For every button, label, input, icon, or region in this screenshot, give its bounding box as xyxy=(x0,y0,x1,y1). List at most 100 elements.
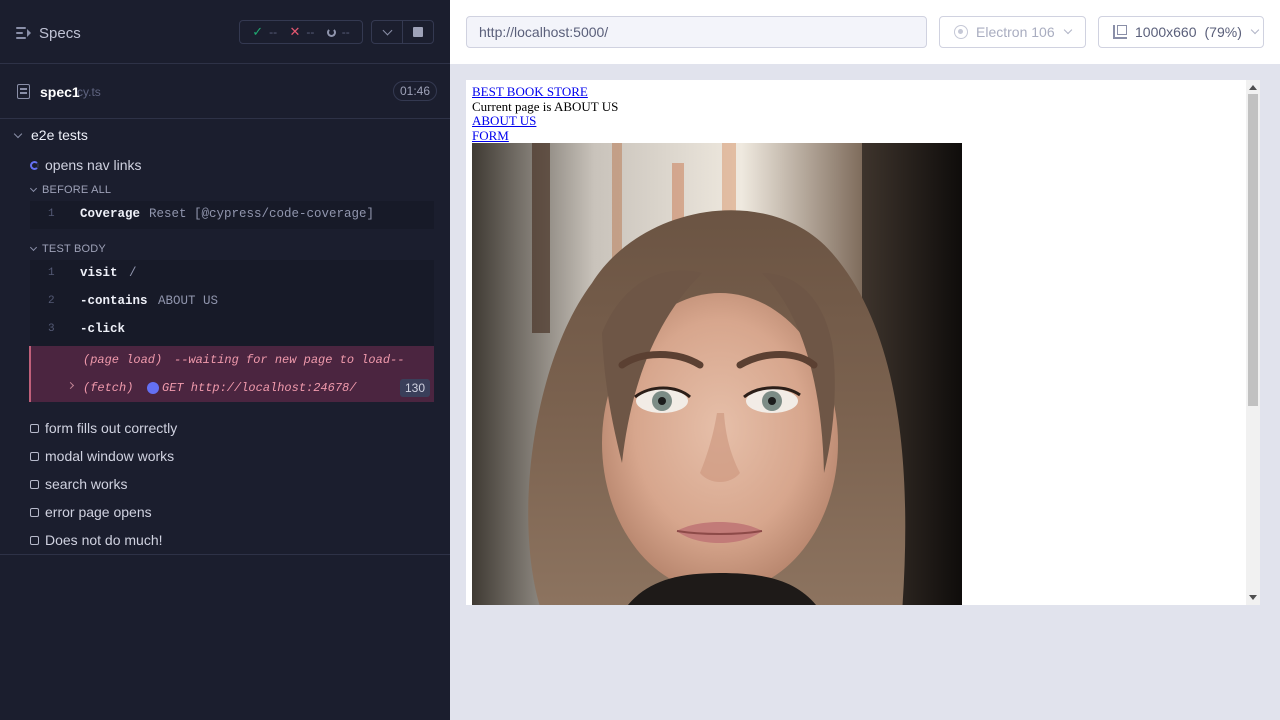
command-number: 1 xyxy=(48,208,55,220)
pending-test-icon xyxy=(30,451,39,461)
command-row[interactable]: 1 visit / xyxy=(30,260,434,288)
reporter-header: Specs ✓ -- ✕ -- -- xyxy=(0,0,450,64)
electron-icon xyxy=(954,25,968,39)
x-icon: ✕ xyxy=(289,24,301,39)
chevron-down-icon xyxy=(29,243,38,252)
command-name: Coverage xyxy=(80,207,141,221)
command-number: 3 xyxy=(48,323,55,335)
spinner-icon xyxy=(30,160,39,170)
command-name: (page load) xyxy=(83,353,163,367)
test-item[interactable]: Does not do much! xyxy=(30,531,163,549)
suite-title[interactable]: e2e tests xyxy=(31,127,88,143)
passed-count: -- xyxy=(269,25,278,39)
test-stats: ✓ -- ✕ -- -- xyxy=(239,20,363,44)
stop-button[interactable] xyxy=(403,21,433,43)
command-message: --waiting for new page to load-- xyxy=(174,353,405,367)
spec-name: spec1 xyxy=(40,84,80,100)
chevron-down-icon xyxy=(1250,25,1260,35)
fetch-row[interactable]: (fetch) GET http://localhost:24678/ 130 xyxy=(31,374,434,402)
zoom-level: (79%) xyxy=(1204,24,1242,40)
failed-count: -- xyxy=(306,25,315,39)
test-title: modal window works xyxy=(45,448,175,464)
reporter-panel: Specs ✓ -- ✕ -- -- spec1 cy.ts 01:46 e2e… xyxy=(0,0,450,720)
spec-header[interactable]: spec1 cy.ts 01:46 xyxy=(0,65,450,119)
hook-label: TEST BODY xyxy=(42,243,106,255)
chevron-down-icon xyxy=(1063,25,1072,35)
pending-test-icon xyxy=(30,423,39,433)
specs-button[interactable]: Specs xyxy=(16,22,81,44)
specs-label: Specs xyxy=(39,24,81,42)
pending-test-icon xyxy=(30,507,39,517)
before-all-hook-header[interactable]: BEFORE ALL xyxy=(29,183,112,197)
command-row[interactable]: 3 -click xyxy=(30,316,434,344)
test-title: opens nav links xyxy=(45,157,142,173)
pending-test-icon xyxy=(30,535,39,545)
scrollbar-thumb[interactable] xyxy=(1248,94,1258,406)
passed-stat: ✓ -- xyxy=(252,24,277,40)
chevron-down-icon[interactable] xyxy=(13,129,23,139)
viewport-size: 1000x660 xyxy=(1135,24,1197,40)
test-item[interactable]: form fills out correctly xyxy=(30,419,177,437)
home-link[interactable]: BEST BOOK STORE xyxy=(472,84,618,100)
check-icon: ✓ xyxy=(252,24,264,39)
failed-stat: ✕ -- xyxy=(289,24,314,40)
browser-label: Electron 106 xyxy=(976,24,1055,40)
test-body-header[interactable]: TEST BODY xyxy=(29,242,106,256)
test-item[interactable]: modal window works xyxy=(30,447,174,465)
pending-count: -- xyxy=(341,25,350,39)
test-item[interactable]: search works xyxy=(30,475,127,493)
request-count-badge: 130 xyxy=(399,379,430,397)
portrait-photo xyxy=(472,143,962,605)
command-number: 2 xyxy=(48,295,55,307)
test-title: form fills out correctly xyxy=(45,420,178,436)
page-load-row[interactable]: (page load) --waiting for new page to lo… xyxy=(31,346,434,374)
pending-icon xyxy=(326,27,336,37)
app-preview-frame: BEST BOOK STORE Current page is ABOUT US… xyxy=(466,80,1260,605)
viewport-selector[interactable]: 1000x660 (79%) xyxy=(1098,16,1264,48)
ruler-icon xyxy=(1113,25,1127,39)
url-bar[interactable]: http://localhost:5000/ xyxy=(466,16,927,48)
preview-toolbar: http://localhost:5000/ Electron 106 1000… xyxy=(450,0,1280,64)
command-message: / xyxy=(129,266,137,280)
command-number: 1 xyxy=(48,267,55,279)
command-name: (fetch) xyxy=(83,381,134,395)
document-icon xyxy=(17,84,30,99)
chevron-right-icon[interactable] xyxy=(66,381,75,390)
scroll-up-arrow-icon[interactable] xyxy=(1249,85,1257,90)
test-body-commands: 1 visit / 2 -contains ABOUT US 3 -click xyxy=(30,260,434,346)
command-row[interactable]: 1 Coverage Reset [@cypress/code-coverage… xyxy=(30,201,434,229)
test-item[interactable]: error page opens xyxy=(30,503,152,521)
about-link[interactable]: ABOUT US xyxy=(472,113,618,129)
test-title: search works xyxy=(45,476,128,492)
before-all-commands: 1 Coverage Reset [@cypress/code-coverage… xyxy=(30,201,434,229)
divider xyxy=(0,554,450,555)
vertical-scrollbar[interactable] xyxy=(1246,80,1260,605)
test-title: Does not do much! xyxy=(45,532,163,548)
pending-commands: (page load) --waiting for new page to lo… xyxy=(29,346,434,402)
hook-label: BEFORE ALL xyxy=(42,184,112,196)
app-content: BEST BOOK STORE Current page is ABOUT US… xyxy=(472,84,619,144)
running-test[interactable]: opens nav links xyxy=(30,157,142,173)
chevron-down-icon xyxy=(382,25,392,35)
command-row[interactable]: 2 -contains ABOUT US xyxy=(30,288,434,316)
command-message: GET http://localhost:24678/ xyxy=(162,381,357,395)
stop-icon xyxy=(413,27,423,37)
chevron-down-icon xyxy=(29,184,38,193)
test-title: error page opens xyxy=(45,504,152,520)
specs-list-icon xyxy=(16,26,31,40)
pending-test-icon xyxy=(30,479,39,489)
command-name: -click xyxy=(80,322,126,336)
run-controls xyxy=(371,20,434,44)
spec-duration: 01:46 xyxy=(393,81,438,101)
form-link[interactable]: FORM xyxy=(472,128,618,144)
command-name: visit xyxy=(80,266,118,280)
status-dot-icon xyxy=(147,382,159,394)
command-message: ABOUT US xyxy=(158,294,219,308)
scroll-down-arrow-icon[interactable] xyxy=(1249,595,1257,600)
spec-extension: cy.ts xyxy=(77,85,101,99)
command-message: Reset [@cypress/code-coverage] xyxy=(149,207,375,221)
pending-stat: -- xyxy=(326,25,350,39)
toggle-auto-scroll-button[interactable] xyxy=(372,21,403,43)
current-page-text: Current page is ABOUT US xyxy=(472,98,619,114)
browser-selector[interactable]: Electron 106 xyxy=(939,16,1086,48)
